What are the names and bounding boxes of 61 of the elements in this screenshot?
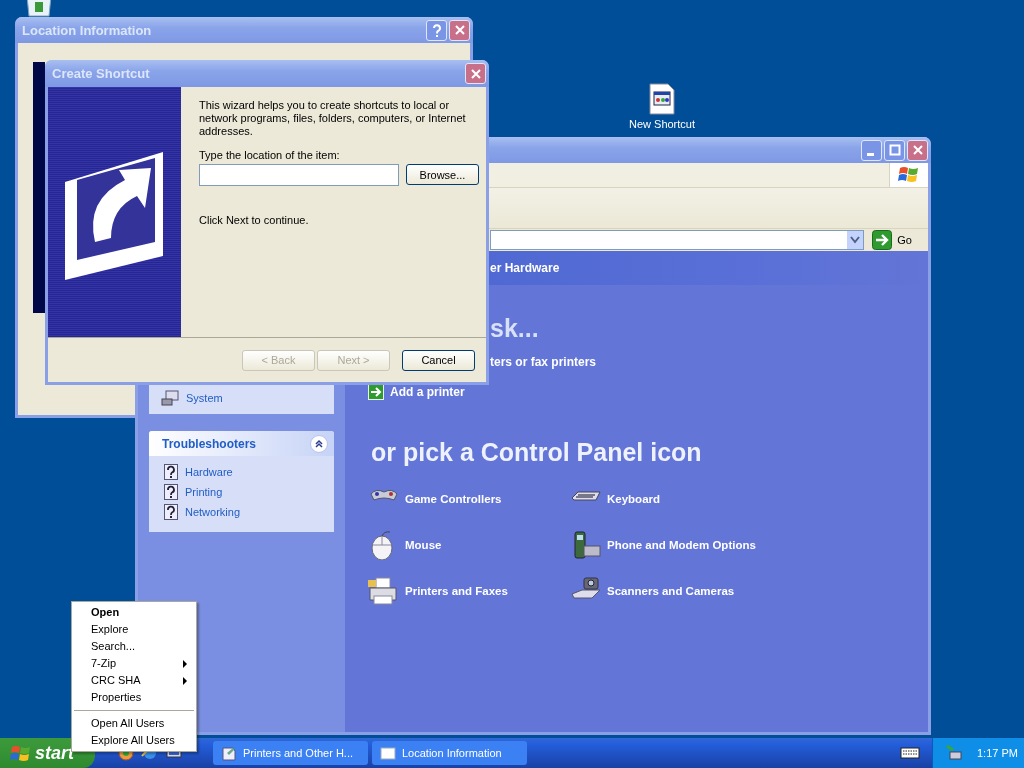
window-icon bbox=[380, 745, 396, 761]
menu-item[interactable]: Open bbox=[72, 604, 196, 621]
menu-item[interactable]: Properties bbox=[72, 689, 196, 706]
wizard-description: This wizard helps you to create shortcuts to local or network programs, files, folders, computers, or Internet addresses. bbox=[199, 99, 467, 138]
window-title: Location Information bbox=[21, 22, 152, 38]
submenu-arrow-icon bbox=[183, 660, 187, 668]
menu-item[interactable]: 7-Zip bbox=[72, 655, 196, 672]
sidebar-link[interactable]: Printing bbox=[161, 482, 322, 502]
computer-icon bbox=[161, 390, 179, 406]
control-panel-link[interactable]: Scanners and Cameras bbox=[607, 585, 735, 597]
network-icon[interactable] bbox=[945, 744, 963, 762]
instruction-text: Click Next to continue. bbox=[199, 214, 310, 226]
sidebar-link[interactable]: System bbox=[149, 388, 334, 408]
minimize-button[interactable] bbox=[861, 139, 882, 161]
menu-item[interactable]: Open All Users bbox=[72, 715, 196, 732]
menu-item[interactable]: Search... bbox=[72, 638, 196, 655]
help-button[interactable] bbox=[426, 19, 447, 41]
submenu-arrow-icon bbox=[183, 677, 187, 685]
control-panel-link[interactable]: Keyboard bbox=[607, 493, 661, 505]
control-panel-link[interactable]: Printers and Faxes bbox=[405, 585, 508, 597]
taskbar-button[interactable]: Printers and Other H... bbox=[213, 741, 368, 765]
printer-icon[interactable] bbox=[368, 576, 400, 606]
menu-item[interactable]: Explore bbox=[72, 621, 196, 638]
section-heading: or pick a Control Panel icon bbox=[371, 437, 702, 467]
location-field[interactable] bbox=[199, 164, 399, 186]
go-button[interactable]: Go bbox=[868, 230, 928, 250]
cancel-button[interactable]: Cancel bbox=[402, 349, 475, 371]
close-button[interactable] bbox=[465, 63, 486, 84]
keyboard-icon[interactable] bbox=[900, 746, 920, 760]
address-field[interactable] bbox=[490, 230, 865, 250]
browse-button[interactable]: Browse... bbox=[406, 164, 479, 185]
help-icon bbox=[164, 504, 178, 520]
clock: 1:17 PM bbox=[977, 747, 1018, 759]
control-panel-link[interactable]: Phone and Modem Options bbox=[607, 539, 756, 551]
section-heading: sk... bbox=[490, 313, 539, 343]
category-title: er Hardware bbox=[490, 261, 560, 275]
task-link[interactable]: ters or fax printers bbox=[490, 347, 597, 377]
taskbar-button[interactable]: Location Information bbox=[372, 741, 527, 765]
caret-icon bbox=[850, 236, 861, 244]
collapse-button[interactable] bbox=[310, 434, 328, 453]
control-panel-link[interactable]: Mouse bbox=[405, 539, 442, 551]
maximize-button[interactable] bbox=[884, 139, 905, 161]
shortcut-file-icon[interactable] bbox=[648, 83, 676, 115]
dropdown-button[interactable] bbox=[847, 231, 864, 249]
minimize-icon bbox=[867, 152, 874, 156]
help-icon bbox=[164, 484, 178, 500]
help-icon bbox=[164, 464, 178, 480]
window-icon bbox=[221, 745, 237, 761]
menu-item[interactable]: CRC SHA bbox=[72, 672, 196, 689]
windows-logo-icon bbox=[10, 744, 30, 762]
sidebar-link[interactable]: Networking bbox=[161, 502, 322, 522]
close-button[interactable] bbox=[907, 139, 928, 161]
desktop-icon[interactable] bbox=[24, 0, 54, 18]
control-panel-link[interactable]: Game Controllers bbox=[405, 493, 502, 505]
windows-logo-icon bbox=[898, 165, 920, 185]
panel-title: Troubleshooters bbox=[162, 436, 257, 451]
desktop-icon-label[interactable]: New Shortcut bbox=[629, 118, 695, 130]
close-button[interactable] bbox=[449, 19, 470, 41]
field-label: Type the location of the item: bbox=[199, 149, 341, 161]
window-title: Create Shortcut bbox=[51, 66, 150, 81]
sidebar-link[interactable]: Hardware bbox=[161, 462, 322, 482]
